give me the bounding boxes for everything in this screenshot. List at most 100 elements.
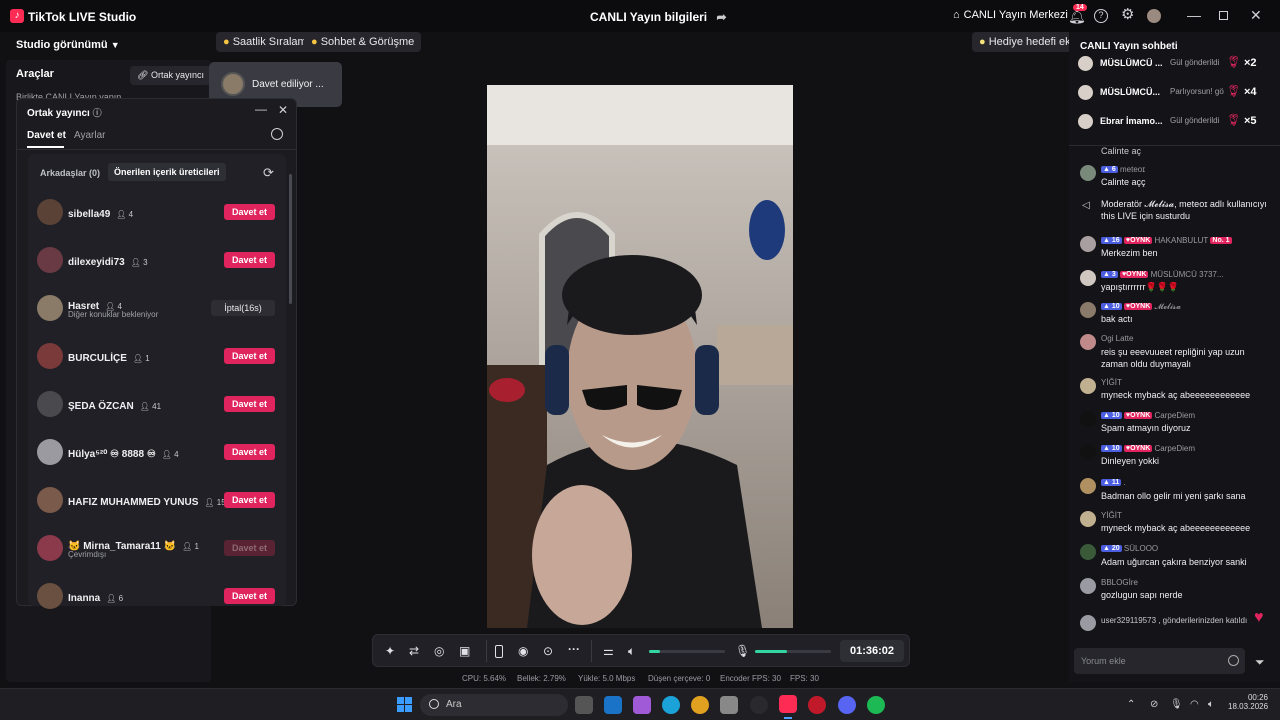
chat-username[interactable]: CarpeDiem [1155,411,1195,420]
creator-avatar[interactable] [37,535,63,561]
chat-avatar[interactable] [1080,478,1096,494]
chat-username[interactable]: Ogi Latte [1101,334,1133,343]
live-info-button[interactable]: CANLI Yayın bilgileri ➦ [590,10,727,24]
chat-avatar[interactable] [1080,544,1096,560]
chat-username[interactable]: meteoɪ [1120,165,1145,174]
phone-icon[interactable] [495,645,503,658]
mic-tray-icon[interactable]: 🎙︎ [1170,698,1183,712]
invite-button[interactable]: Davet et [224,204,275,220]
task-view-icon[interactable] [575,696,593,714]
chrome-icon[interactable] [691,696,709,714]
tab-invite[interactable]: Davet et [27,130,66,141]
viewer-count-value: 1 [194,542,199,551]
help-icon[interactable]: ? [1094,9,1108,23]
close-panel-icon[interactable]: ✕ [278,103,288,117]
invite-button[interactable]: Davet et [224,492,275,508]
invite-button[interactable]: Davet et [224,444,275,460]
live-center-button[interactable]: ⌂ CANLI Yayın Merkezi [953,9,1068,21]
outlook-icon[interactable] [604,696,622,714]
ai-icon[interactable]: ◎ [434,645,444,657]
creator-avatar[interactable] [37,487,63,513]
clock[interactable]: 00:26 18.03.2026 [1228,693,1268,711]
invite-button[interactable]: Davet et [224,396,275,412]
chat-avatar[interactable] [1080,511,1096,527]
chat-avatar[interactable] [1080,334,1096,350]
chat-username[interactable]: . [1124,478,1126,487]
record-icon[interactable]: ◉ [518,645,528,657]
bell-icon[interactable]: 🔔︎ [1068,9,1086,23]
minimize-panel-icon[interactable]: — [255,102,267,116]
chat-username[interactable]: HAKANBULUT [1155,236,1209,245]
subtab-suggested[interactable]: Önerilen içerik üreticileri [108,163,226,181]
chat-avatar[interactable] [1080,270,1096,286]
creator-avatar[interactable] [37,247,63,273]
discord-icon[interactable] [838,696,856,714]
translate-icon[interactable]: ⇄ [409,645,419,657]
chat-avatar[interactable] [1080,411,1096,427]
search-icon[interactable] [271,128,283,140]
media-player-icon[interactable] [808,696,826,714]
gear-icon[interactable]: ⚙ [1121,7,1134,22]
chat-avatar[interactable] [1080,578,1096,594]
comment-input[interactable]: Yorum ekle [1074,648,1245,674]
invite-button[interactable]: Davet et [224,252,275,268]
settings-app-icon[interactable] [720,696,738,714]
profile-avatar[interactable] [1147,9,1161,23]
viewer-count-value: 4 [128,210,134,219]
network-icon[interactable]: ⊘ [1150,698,1158,712]
obs-icon[interactable] [750,696,768,714]
creator-avatar[interactable] [37,199,63,225]
chat-username[interactable]: MÜSLÜMCÜ 3737... [1151,270,1224,279]
speaker-icon[interactable]: 🔈︎ [628,645,635,657]
chat-avatar[interactable] [1080,444,1096,460]
sliders-icon[interactable]: ⚌ [603,645,614,657]
creator-avatar[interactable] [37,583,63,609]
capture-icon[interactable]: ⊙ [543,645,553,657]
tab-settings[interactable]: Ayarlar [74,130,106,141]
refresh-icon[interactable]: ⟳ [263,166,274,180]
chat-avatar[interactable] [1080,165,1096,181]
taskbar-search[interactable]: Ara [420,694,568,716]
chat-username[interactable]: CarpeDiem [1155,444,1195,453]
creator-avatar[interactable] [37,391,63,417]
chat-username[interactable]: SÜLOOO [1124,544,1158,553]
scrollbar[interactable] [289,174,292,304]
magic-wand-icon[interactable]: ✦ [385,645,395,657]
camera-preview[interactable] [487,85,793,628]
emoji-icon[interactable] [1228,655,1239,666]
microphone-icon[interactable]: 🎙︎ [735,645,750,657]
spotify-icon[interactable] [867,696,885,714]
tiktok-taskbar-icon[interactable] [779,695,797,713]
volume-tray-icon[interactable]: 🔈︎ [1208,698,1214,712]
chat-avatar[interactable] [1080,378,1096,394]
chat-username[interactable]: BBLOGİre [1101,578,1138,587]
wifi-icon[interactable]: ◠ [1190,698,1199,712]
invite-button[interactable]: Davet et [224,348,275,364]
volume-slider[interactable] [649,650,725,653]
more-icon[interactable]: ··· [568,643,580,655]
creator-avatar[interactable] [37,439,63,465]
windows-start-icon[interactable] [397,697,412,712]
chat-avatar[interactable] [1080,302,1096,318]
copilot-icon[interactable] [633,696,651,714]
edge-icon[interactable] [662,696,680,714]
caption-icon[interactable]: ▣ [459,645,470,657]
chat-username[interactable]: 𝓜𝓮𝓵𝓲𝓼𝓪 [1155,302,1181,311]
maximize-icon[interactable] [1219,11,1228,20]
creator-avatar[interactable] [37,343,63,369]
minimize-icon[interactable]: — [1187,8,1201,22]
chat-username[interactable]: YİĞİT [1101,378,1122,387]
cancel-invite-button[interactable]: İptal(16s) [211,300,275,316]
chat-username[interactable]: YİĞİT [1101,511,1122,520]
tray-chevron-icon[interactable]: ⌃ [1127,698,1135,712]
chat-call-button[interactable]: ● Sohbet & Görüşme [304,32,422,52]
cohost-button[interactable]: 🔗︎ Ortak yayıncı [130,66,211,85]
filter-icon[interactable]: ⏷ [1255,655,1265,670]
subtab-friends[interactable]: Arkadaşlar (0) [40,168,100,178]
chat-avatar[interactable] [1080,236,1096,252]
close-window-icon[interactable]: ✕ [1250,8,1262,22]
invite-button[interactable]: Davet et [224,588,275,604]
creator-avatar[interactable] [37,295,63,321]
studio-view-dropdown[interactable]: Studio görünümü ▼ [16,39,120,51]
mic-slider[interactable] [755,650,831,653]
